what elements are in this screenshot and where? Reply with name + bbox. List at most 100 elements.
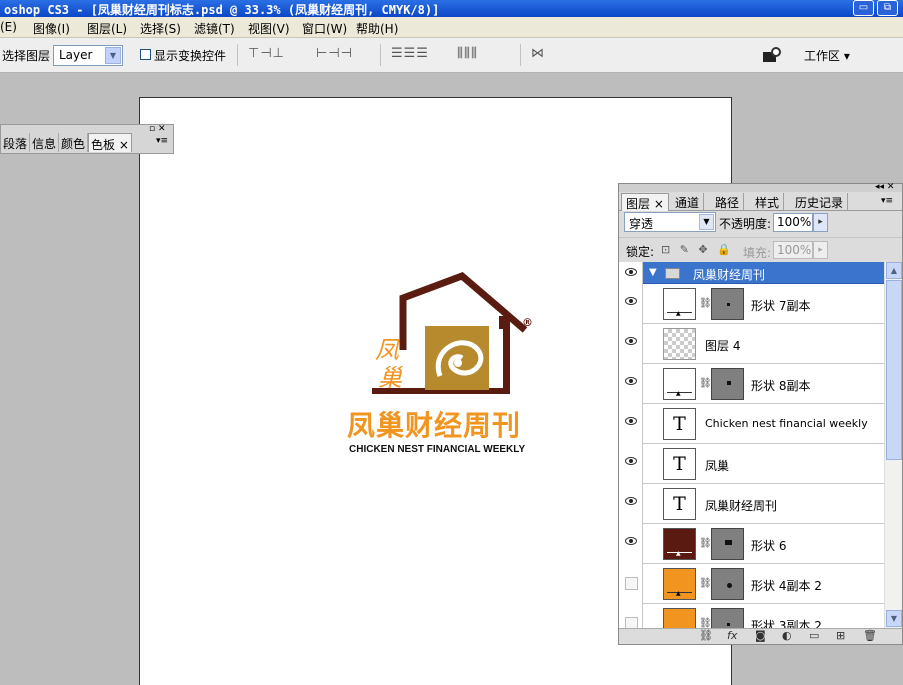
menu-filter[interactable]: 滤镜(T) — [194, 20, 235, 37]
visibility-toggle[interactable] — [619, 262, 643, 284]
layer-thumbnail: ▲ — [663, 608, 696, 628]
tab-paragraph[interactable]: 段落 — [1, 133, 31, 152]
layer-row[interactable]: 图层 4 — [619, 324, 884, 364]
layer-name: 形状 6 — [751, 539, 787, 553]
visibility-toggle[interactable] — [619, 524, 643, 564]
logo-english: CHICKEN NEST FINANCIAL WEEKLY — [349, 444, 526, 455]
scroll-up-button[interactable]: ▲ — [886, 262, 902, 279]
tab-color[interactable]: 颜色 — [59, 133, 89, 152]
minimize-icon: ▭ — [858, 2, 869, 13]
lock-icons[interactable]: ⊡ ✎ ✥ 🔒 — [661, 243, 734, 256]
tab-channels[interactable]: 通道 — [671, 193, 705, 211]
layer-row[interactable]: ▲ ⛓ 形状 8副本 — [619, 364, 884, 404]
eye-icon — [625, 337, 637, 345]
lock-label: 锁定: — [626, 245, 655, 259]
layer-row[interactable]: ▲ ⛓ 形状 7副本 — [619, 284, 884, 324]
visibility-toggle[interactable] — [619, 444, 643, 484]
layer-row[interactable]: T 凤巢 — [619, 444, 884, 484]
distribute-horizontal-icons[interactable]: ⫼⫼⫼ — [457, 46, 478, 64]
auto-select-value: Layer — [59, 48, 93, 62]
restore-icon: ⧉ — [883, 2, 892, 13]
layers-scrollbar[interactable]: ▲ ▼ — [884, 262, 902, 628]
layer-group-row[interactable]: ▼ 凤巢财经周刊 — [619, 262, 884, 284]
disclosure-triangle-icon[interactable]: ▼ — [649, 267, 657, 278]
registered-mark: ® — [522, 316, 533, 329]
auto-align-icon[interactable]: ⋈ — [531, 46, 545, 64]
visibility-toggle[interactable] — [619, 404, 643, 444]
tab-swatches[interactable]: 色板 × — [88, 133, 132, 152]
menu-window[interactable]: 窗口(W) — [302, 20, 347, 37]
vector-mask-thumbnail — [711, 288, 744, 320]
visibility-toggle[interactable] — [619, 564, 643, 604]
layer-thumbnail — [663, 328, 696, 360]
visibility-toggle[interactable] — [619, 324, 643, 364]
add-mask-icon[interactable]: ◙ — [755, 629, 766, 642]
new-layer-icon[interactable]: ⊞ — [836, 629, 845, 642]
tab-history[interactable]: 历史记录 — [791, 193, 849, 211]
visibility-toggle[interactable] — [619, 364, 643, 404]
menu-bar: (E) 图像(I) 图层(L) 选择(S) 滤镜(T) 视图(V) 窗口(W) … — [0, 17, 903, 38]
minimize-button[interactable]: ▭ — [853, 0, 874, 16]
link-icon: ⛓ — [699, 298, 712, 309]
blend-mode-dropdown[interactable]: 穿透 ▼ — [624, 212, 716, 232]
blend-mode-value: 穿透 — [629, 217, 654, 231]
fill-input[interactable]: 100% — [773, 241, 813, 259]
options-bar: 选择图层 Layer ▼ 显示变换控件 ⊤⊣⊥ ⊢⊣⊣ ☰☰☰ ⫼⫼⫼ ⋈ 工作… — [0, 38, 903, 73]
align-left-icons[interactable]: ⊢⊣⊣ — [316, 46, 353, 64]
align-top-icons[interactable]: ⊤⊣⊥ — [248, 46, 285, 64]
layer-row[interactable]: T Chicken nest financial weekly — [619, 404, 884, 444]
menu-help[interactable]: 帮助(H) — [356, 20, 398, 37]
opacity-slider-button[interactable]: ▸ — [813, 213, 828, 232]
show-transform-checkbox[interactable] — [140, 49, 151, 60]
scroll-thumb[interactable] — [886, 280, 902, 460]
panel-menu-icon[interactable]: ▾≡ — [156, 136, 168, 146]
folder-icon — [665, 268, 680, 279]
opacity-input[interactable]: 100% — [773, 213, 813, 232]
panel-menu-icon[interactable]: ▾≡ — [881, 196, 893, 206]
layer-thumbnail: ▲ — [663, 528, 696, 560]
new-group-icon[interactable]: ▭ — [809, 629, 819, 642]
menu-layer[interactable]: 图层(L) — [87, 20, 127, 37]
menu-select[interactable]: 选择(S) — [140, 20, 181, 37]
layer-name: Chicken nest financial weekly — [705, 417, 868, 430]
layer-row[interactable]: ▲ ⛓ 形状 4副本 2 — [619, 564, 884, 604]
visibility-toggle[interactable] — [619, 484, 643, 524]
bridge-icon[interactable] — [763, 47, 783, 63]
title-bar: oshop CS3 - [凤巢财经周刊标志.psd @ 33.3% (凤巢财经周… — [0, 0, 903, 17]
trash-icon[interactable]: 🗑 — [863, 629, 877, 642]
tab-layers[interactable]: 图层 × — [621, 193, 669, 211]
scroll-down-button[interactable]: ▼ — [886, 610, 902, 627]
layer-name: 凤巢 — [705, 459, 730, 473]
chevron-down-icon: ▼ — [699, 214, 714, 230]
link-layers-icon[interactable]: ⛓ — [699, 629, 713, 642]
text-layer-icon: T — [663, 408, 696, 440]
distribute-vertical-icons[interactable]: ☰☰☰ — [391, 46, 429, 64]
eye-icon — [625, 268, 637, 276]
menu-edit[interactable]: (E) — [0, 20, 17, 34]
restore-button[interactable]: ⧉ — [877, 0, 898, 16]
panel-controls[interactable]: ◂◂ ✕ — [875, 182, 894, 192]
tab-paths[interactable]: 路径 — [711, 193, 745, 211]
visibility-toggle[interactable] — [619, 604, 643, 628]
vector-mask-thumbnail — [711, 528, 744, 560]
adjustment-layer-icon[interactable]: ◐ — [782, 629, 792, 642]
tab-info[interactable]: 信息 — [30, 133, 60, 152]
layer-name: 形状 7副本 — [751, 299, 811, 313]
menu-image[interactable]: 图像(I) — [33, 20, 70, 37]
link-icon: ⛓ — [699, 618, 712, 628]
workspace-button[interactable]: 工作区 ▾ — [793, 42, 863, 68]
tab-styles[interactable]: 样式 — [751, 193, 785, 211]
auto-select-dropdown[interactable]: Layer ▼ — [53, 45, 123, 66]
window-title: oshop CS3 - [凤巢财经周刊标志.psd @ 33.3% (凤巢财经周… — [4, 3, 440, 17]
visibility-toggle[interactable] — [619, 284, 643, 324]
layer-row[interactable]: T 凤巢财经周刊 — [619, 484, 884, 524]
layer-name: 凤巢财经周刊 — [705, 499, 778, 513]
layer-row[interactable]: ▲ ⛓ 形状 6 — [619, 524, 884, 564]
layer-thumbnail: ▲ — [663, 568, 696, 600]
layer-row[interactable]: ▲ ⛓ 形状 3副本 2 — [619, 604, 884, 628]
layer-group-name: 凤巢财经周刊 — [693, 268, 766, 282]
menu-view[interactable]: 视图(V) — [248, 20, 290, 37]
fill-slider-button[interactable]: ▸ — [813, 241, 828, 259]
text-layer-icon: T — [663, 488, 696, 520]
fx-icon[interactable]: fx — [727, 629, 737, 642]
